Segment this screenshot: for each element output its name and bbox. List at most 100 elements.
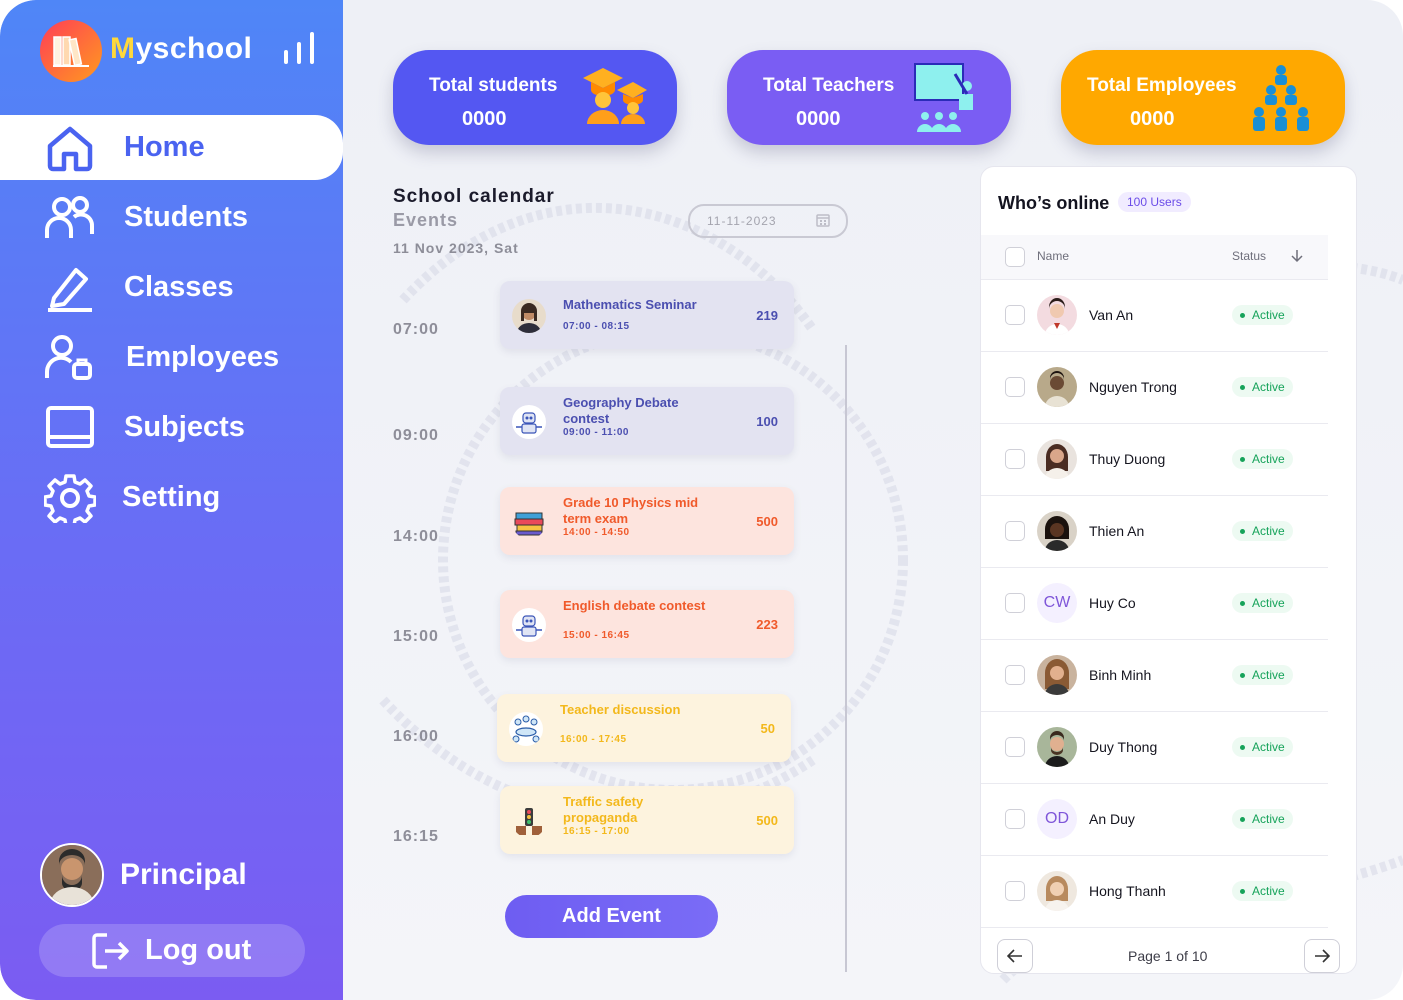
stat-title: Total Teachers [763, 75, 895, 96]
status-badge: Active [1232, 377, 1293, 397]
table-row[interactable]: Duy Thong Active [981, 711, 1328, 784]
sidebar-item-setting[interactable]: Setting [0, 465, 343, 530]
arrow-left-icon [1007, 949, 1022, 963]
app-window: Myschool Home Students Classes Employees… [0, 0, 1403, 1000]
table-row[interactable]: Hong Thanh Active [981, 855, 1328, 928]
column-name[interactable]: Name [1037, 249, 1069, 263]
sidebar-item-home[interactable]: Home [0, 115, 343, 180]
event-name: Geography Debate contest [563, 395, 679, 426]
event-count: 50 [760, 721, 775, 736]
gear-icon [44, 472, 96, 524]
row-checkbox[interactable] [1005, 665, 1025, 685]
event-card[interactable]: Teacher discussion 16:00 - 17:45 50 [497, 694, 791, 762]
user-name: Binh Minh [1089, 667, 1152, 683]
avatar [1037, 439, 1077, 479]
user-name: Huy Co [1089, 595, 1136, 611]
event-card[interactable]: Geography Debate contest 09:00 - 11:00 1… [500, 387, 794, 455]
robot-icon [512, 405, 546, 439]
sidebar-item-label: Home [124, 131, 205, 163]
event-count: 500 [756, 514, 778, 529]
brand-rest: yschool [135, 32, 253, 65]
calendar-subtitle: Events [393, 210, 459, 230]
sidebar: Myschool Home Students Classes Employees… [0, 0, 343, 1000]
time-label: 09:00 [393, 427, 439, 444]
robot-icon [512, 608, 546, 642]
avatar [40, 843, 104, 907]
teacher-board-icon [914, 63, 973, 132]
row-checkbox[interactable] [1005, 809, 1025, 829]
calendar-title: School calendar [393, 186, 555, 207]
row-checkbox[interactable] [1005, 737, 1025, 757]
table-row[interactable]: OD An Duy Active [981, 783, 1328, 856]
status-badge: Active [1232, 809, 1293, 829]
home-icon [44, 122, 96, 174]
stat-card-teachers[interactable]: Total Teachers 0000 [727, 50, 1011, 145]
employees-icon [44, 332, 96, 384]
stat-card-employees[interactable]: Total Employees 0000 [1061, 50, 1345, 145]
column-status[interactable]: Status [1232, 249, 1266, 263]
meeting-icon [509, 712, 543, 746]
logout-button[interactable]: Log out [39, 924, 305, 977]
calendar-date: 11 Nov 2023, Sat [393, 240, 519, 256]
user-name: Nguyen Trong [1089, 379, 1177, 395]
logout-label: Log out [145, 934, 252, 966]
table-row[interactable]: Binh Minh Active [981, 639, 1328, 712]
table-row[interactable]: Thuy Duong Active [981, 423, 1328, 496]
event-card[interactable]: Grade 10 Physics mid term exam 14:00 - 1… [500, 487, 794, 555]
sidebar-item-subjects[interactable]: Subjects [0, 395, 343, 460]
event-name: English debate contest [563, 598, 706, 613]
user-profile[interactable]: Principal [40, 843, 247, 907]
row-checkbox[interactable] [1005, 377, 1025, 397]
add-event-button[interactable]: Add Event [505, 895, 718, 938]
sidebar-item-label: Setting [122, 481, 221, 513]
brand-prefix: M [110, 32, 136, 65]
status-badge: Active [1232, 881, 1293, 901]
avatar [1037, 871, 1077, 911]
traffic-icon [512, 804, 546, 838]
row-checkbox[interactable] [1005, 521, 1025, 541]
status-badge: Active [1232, 449, 1293, 469]
time-label: 14:00 [393, 528, 439, 545]
table-row[interactable]: Nguyen Trong Active [981, 351, 1328, 424]
sort-arrow-down-icon[interactable] [1291, 249, 1303, 263]
menu-toggle-icon[interactable] [284, 32, 314, 64]
sidebar-item-students[interactable]: Students [0, 185, 343, 250]
status-badge: Active [1232, 305, 1293, 325]
calendar-icon [816, 214, 830, 227]
event-hours: 15:00 - 16:45 [563, 630, 630, 641]
avatar [1037, 727, 1077, 767]
user-name: Duy Thong [1089, 739, 1158, 755]
sidebar-item-employees[interactable]: Employees [0, 325, 343, 390]
stat-card-students[interactable]: Total students 0000 [393, 50, 677, 145]
avatar [1037, 655, 1077, 695]
status-badge: Active [1232, 665, 1293, 685]
status-badge: Active [1232, 593, 1293, 613]
books-icon [512, 505, 546, 539]
table-row[interactable]: Van An Active [981, 279, 1328, 352]
event-card[interactable]: Traffic safety propaganda 16:15 - 17:00 … [500, 786, 794, 854]
event-card[interactable]: Mathematics Seminar 07:00 - 08:15 219 [500, 281, 794, 349]
arrow-right-icon [1315, 949, 1330, 963]
table-header: Name Status [981, 235, 1328, 280]
table-row[interactable]: Thien An Active [981, 495, 1328, 568]
prev-page-button[interactable] [997, 939, 1033, 973]
avatar [1037, 295, 1077, 335]
row-checkbox[interactable] [1005, 881, 1025, 901]
date-picker[interactable]: 11-11-2023 [688, 204, 848, 238]
sidebar-item-label: Students [124, 201, 249, 233]
row-checkbox[interactable] [1005, 305, 1025, 325]
avatar [1037, 367, 1077, 407]
next-page-button[interactable] [1304, 939, 1340, 973]
select-all-checkbox[interactable] [1005, 247, 1025, 267]
user-name: Thuy Duong [1089, 451, 1166, 467]
avatar [1037, 511, 1077, 551]
user-name: Thien An [1089, 523, 1145, 539]
table-row[interactable]: CW Huy Co Active [981, 567, 1328, 640]
row-checkbox[interactable] [1005, 449, 1025, 469]
row-checkbox[interactable] [1005, 593, 1025, 613]
event-card[interactable]: English debate contest 15:00 - 16:45 223 [500, 590, 794, 658]
stat-value: 0000 [1130, 108, 1175, 130]
classes-icon [44, 262, 96, 314]
sidebar-item-classes[interactable]: Classes [0, 255, 343, 320]
subjects-icon [44, 402, 96, 454]
